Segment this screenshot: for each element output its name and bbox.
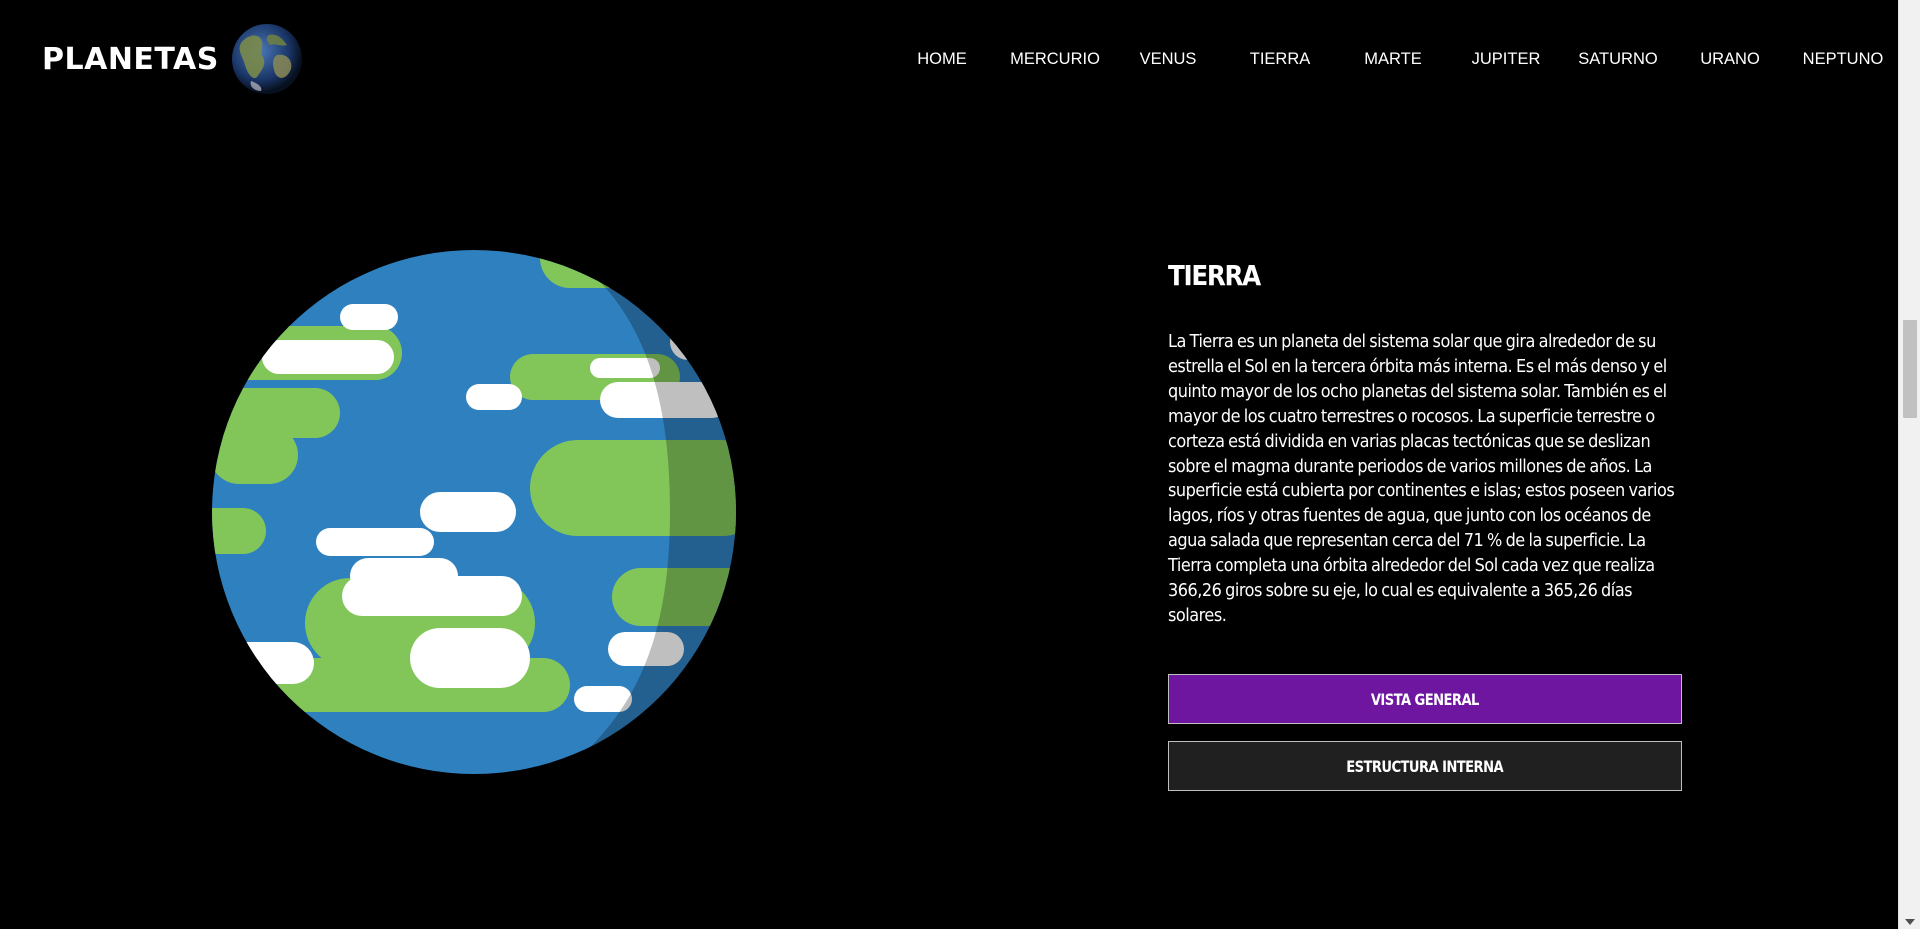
nav-item-tierra[interactable]: TIERRA xyxy=(1250,50,1311,69)
scrollbar-thumb[interactable] xyxy=(1903,320,1917,418)
planet-description: La Tierra es un planeta del sistema sola… xyxy=(1168,331,1675,626)
nav-item-venus[interactable]: VENUS xyxy=(1140,50,1197,69)
internal-structure-button[interactable]: ESTRUCTURA INTERNA xyxy=(1168,741,1682,791)
nav-item-jupiter[interactable]: JUPITER xyxy=(1472,50,1541,69)
main-nav: HOME MERCURIO VENUS TIERRA MARTE JUPITER… xyxy=(0,50,1898,74)
planet-info: TIERRA La Tierra es un planeta del siste… xyxy=(1168,256,1682,791)
internal-structure-button-label: ESTRUCTURA INTERNA xyxy=(1346,756,1504,776)
nav-item-neptuno[interactable]: NEPTUNO xyxy=(1803,50,1884,69)
nav-item-marte[interactable]: MARTE xyxy=(1364,50,1421,69)
overview-button-label: VISTA GENERAL xyxy=(1371,689,1480,709)
nav-item-home[interactable]: HOME xyxy=(917,50,967,69)
nav-item-saturno[interactable]: SATURNO xyxy=(1578,50,1657,69)
nav-item-mercurio[interactable]: MERCURIO xyxy=(1010,50,1100,69)
vertical-scrollbar[interactable] xyxy=(1898,0,1920,929)
earth-planet-illustration xyxy=(210,248,738,776)
site-header: PLANETAS HOME MERCURIO VENUS TIERRA MART… xyxy=(0,0,1898,120)
scroll-down-arrow-icon[interactable] xyxy=(1905,919,1915,925)
overview-button[interactable]: VISTA GENERAL xyxy=(1168,674,1682,724)
nav-item-urano[interactable]: URANO xyxy=(1700,50,1760,69)
planet-title: TIERRA xyxy=(1168,259,1261,292)
